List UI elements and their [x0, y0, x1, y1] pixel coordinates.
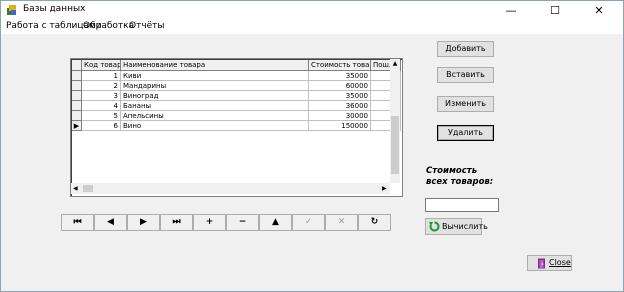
nav-edit-button[interactable]: ▲ — [259, 214, 292, 231]
row-indicator[interactable] — [72, 91, 82, 101]
nav-post-button[interactable]: ✓ — [292, 214, 325, 231]
grid-horizontal-scrollbar[interactable]: ◀ ▶ — [71, 183, 390, 194]
cell-price[interactable]: 35000 — [309, 71, 371, 81]
edit-button[interactable]: Изменить — [437, 96, 494, 112]
total-label-line1: Стоимость — [426, 166, 478, 176]
close-window-button[interactable]: ✕ — [577, 1, 621, 20]
main-window: Базы данных — ☐ ✕ Работа с таблицами Обр… — [0, 0, 624, 292]
grid-vertical-scrollbar[interactable]: ▲ — [390, 59, 400, 183]
scroll-up-icon[interactable]: ▲ — [390, 60, 400, 67]
add-button[interactable]: Добавить — [437, 41, 494, 57]
row-indicator[interactable] — [72, 101, 82, 111]
indicator-header — [72, 60, 82, 71]
menu-bar: Работа с таблицами Обработка Отчёты — [1, 20, 623, 34]
cell-name[interactable]: Виноград — [121, 91, 309, 101]
app-icon — [7, 5, 16, 15]
menu-reports[interactable]: Отчёты — [129, 21, 165, 31]
vertical-scroll-thumb[interactable] — [391, 116, 399, 174]
nav-cancel-button[interactable]: ✕ — [325, 214, 358, 231]
column-header-price[interactable]: Стоимость товара — [309, 60, 371, 71]
total-label-line2: всех товаров: — [426, 177, 494, 187]
cell-name[interactable]: Вино — [121, 121, 309, 131]
cell-name[interactable]: Мандарины — [121, 81, 309, 91]
title-bar: Базы данных — ☐ ✕ — [1, 1, 623, 20]
total-value-field[interactable] — [425, 198, 499, 212]
cell-name[interactable]: Киви — [121, 71, 309, 81]
nav-insert-button[interactable]: + — [193, 214, 226, 231]
cell-price[interactable]: 150000 — [309, 121, 371, 131]
compute-button-label: Вычислить — [442, 222, 488, 231]
row-indicator[interactable] — [72, 71, 82, 81]
column-header-name[interactable]: Наименование товара — [121, 60, 309, 71]
maximize-button[interactable]: ☐ — [533, 1, 577, 20]
cell-id[interactable]: 5 — [82, 111, 121, 121]
menu-processing[interactable]: Обработка — [83, 21, 134, 31]
row-indicator[interactable] — [72, 81, 82, 91]
nav-delete-button[interactable]: − — [226, 214, 259, 231]
row-indicator[interactable] — [72, 111, 82, 121]
nav-refresh-button[interactable]: ↻ — [358, 214, 391, 231]
cell-price[interactable]: 36000 — [309, 101, 371, 111]
nav-first-button[interactable]: ⏮ — [61, 214, 94, 231]
cell-price[interactable]: 30000 — [309, 111, 371, 121]
horizontal-scroll-thumb[interactable] — [83, 185, 93, 192]
cell-name[interactable]: Апельсины — [121, 111, 309, 121]
cell-price[interactable]: 60000 — [309, 81, 371, 91]
close-button-label: Close — [549, 258, 571, 267]
cell-id[interactable]: 6 — [82, 121, 121, 131]
compute-button[interactable]: Вычислить — [425, 218, 488, 235]
cell-id[interactable]: 4 — [82, 101, 121, 111]
column-header-id[interactable]: Код товара — [82, 60, 121, 71]
delete-button[interactable]: Удалить — [437, 125, 494, 141]
insert-button[interactable]: Вставить — [437, 67, 494, 83]
nav-prior-button[interactable]: ◀ — [94, 214, 127, 231]
window-title: Базы данных — [23, 4, 86, 14]
products-grid[interactable]: Код товара Наименование товара Стоимость… — [70, 58, 403, 197]
scroll-right-icon[interactable]: ▶ — [382, 185, 387, 192]
scroll-left-icon[interactable]: ◀ — [73, 185, 78, 192]
cell-name[interactable]: Бананы — [121, 101, 309, 111]
door-icon — [538, 258, 545, 269]
nav-next-button[interactable]: ▶ — [127, 214, 160, 231]
cell-id[interactable]: 3 — [82, 91, 121, 101]
cell-id[interactable]: 2 — [82, 81, 121, 91]
cell-price[interactable]: 35000 — [309, 91, 371, 101]
close-button[interactable]: Close — [527, 255, 572, 271]
minimize-button[interactable]: — — [489, 1, 533, 20]
nav-last-button[interactable]: ⏭ — [160, 214, 193, 231]
refresh-icon — [429, 221, 440, 232]
cell-id[interactable]: 1 — [82, 71, 121, 81]
row-indicator[interactable]: ▶ — [72, 121, 82, 131]
